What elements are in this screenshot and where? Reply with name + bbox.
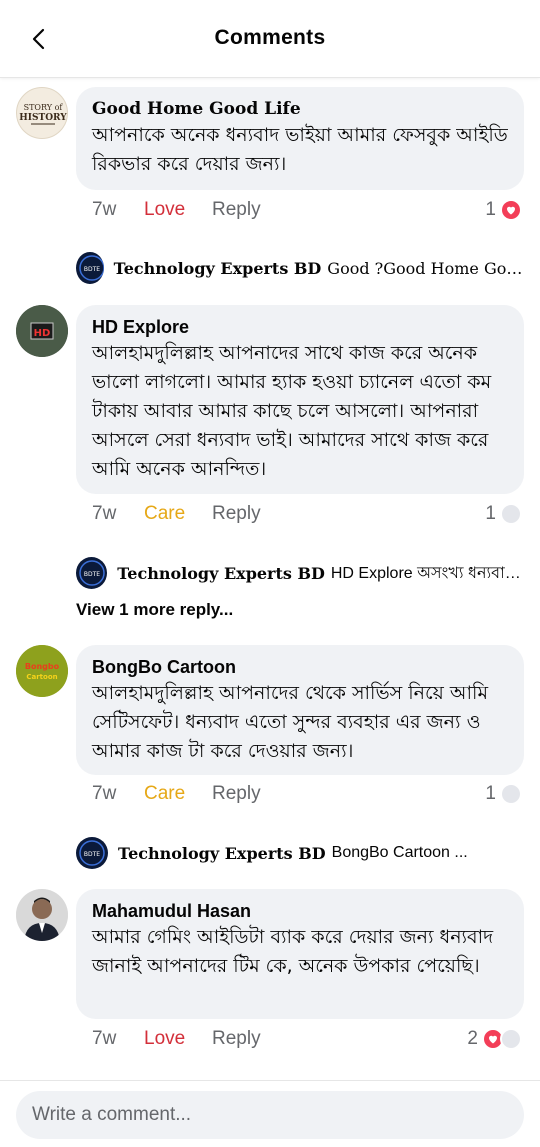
reply-author: Technology Experts BD — [118, 843, 326, 863]
comment-actions: 7w Care Reply — [92, 782, 261, 806]
timestamp: 7w — [92, 783, 117, 804]
svg-text:Bongbo: Bongbo — [25, 662, 60, 671]
tech-experts-logo-icon: BDTE — [79, 560, 105, 586]
care-reaction-button[interactable]: Care — [144, 783, 212, 805]
love-reaction-button[interactable]: Love — [144, 199, 212, 221]
svg-text:Cartoon: Cartoon — [26, 673, 57, 681]
reply-preview[interactable]: BDTE Technology Experts BD BongBo Cartoo… — [76, 836, 526, 870]
comment-author[interactable]: HD Explore — [92, 315, 508, 339]
svg-text:HISTORY: HISTORY — [19, 113, 67, 123]
reply-author: Technology Experts BD — [117, 563, 325, 583]
love-reaction-button[interactable]: Love — [144, 1028, 212, 1050]
reply-preview[interactable]: BDTE Technology Experts BD Good ?Good Ho… — [76, 251, 526, 285]
comment-bubble: HD Explore আলহামদুলিল্লাহ আপনাদের সাথে ক… — [76, 305, 524, 494]
comment-actions: 7w Love Reply — [92, 1027, 261, 1051]
reply-preview[interactable]: BDTE Technology Experts BD HD Explore অস… — [76, 556, 526, 590]
svg-text:BDTE: BDTE — [84, 266, 100, 273]
reaction-icon — [500, 1028, 522, 1050]
comment-bubble: Mahamudul Hasan আমার গেমিং আইডিটা ব্যাক … — [76, 889, 524, 1019]
reaction-icon — [500, 783, 522, 805]
comment-bubble: BongBo Cartoon আলহামদুলিল্লাহ আপনাদের থে… — [76, 645, 524, 775]
reaction-count[interactable]: 1 — [485, 782, 522, 806]
reply-text: BongBo Cartoon ... — [331, 844, 468, 861]
tech-experts-logo-icon: BDTE — [79, 840, 105, 866]
svg-text:STORY of: STORY of — [24, 103, 64, 112]
reply-button[interactable]: Reply — [212, 1028, 261, 1050]
comment-text: আমার গেমিং আইডিটা ব্যাক করে দেয়ার জন্য … — [92, 926, 494, 977]
timestamp: 7w — [92, 199, 117, 220]
avatar[interactable]: HD — [16, 305, 68, 357]
reaction-count-number: 2 — [467, 1028, 478, 1049]
avatar[interactable]: Bongbo Cartoon — [16, 645, 68, 697]
reply-button[interactable]: Reply — [212, 199, 261, 221]
story-history-logo-icon: STORY of HISTORY — [19, 103, 67, 125]
person-photo-icon — [16, 889, 68, 941]
comment-bubble: Good Home Good Life আপনাকে অনেক ধন্যবাদ … — [76, 87, 524, 190]
svg-text:HD: HD — [34, 328, 51, 339]
header-bar: Comments — [0, 0, 540, 78]
hd-explore-logo-icon: HD — [16, 305, 68, 357]
avatar[interactable] — [16, 889, 68, 941]
comment-actions: 7w Care Reply — [92, 502, 261, 526]
avatar: BDTE — [76, 557, 108, 589]
view-more-replies-link[interactable]: View 1 more reply... — [76, 600, 233, 620]
comment-text: আলহামদুলিল্লাহ আপনাদের থেকে সার্ভিস নিয়… — [92, 682, 489, 762]
avatar: BDTE — [76, 252, 104, 284]
timestamp: 7w — [92, 1028, 117, 1049]
avatar[interactable]: STORY of HISTORY — [16, 87, 68, 139]
reaction-icon — [500, 503, 522, 525]
reply-button[interactable]: Reply — [212, 783, 261, 805]
reaction-count[interactable]: 1 — [485, 502, 522, 526]
reaction-count-number: 1 — [485, 783, 496, 804]
care-reaction-button[interactable]: Care — [144, 503, 212, 525]
page-title: Comments — [214, 26, 326, 49]
reply-text: HD Explore অসংখ্য ধন্যবাদ ... — [330, 564, 526, 582]
avatar: BDTE — [76, 837, 108, 869]
comment-text: আলহামদুলিল্লাহ আপনাদের সাথে কাজ করে অনেক… — [92, 342, 492, 480]
reply-text: Good ?Good Home Good L... — [327, 258, 526, 278]
reaction-count-number: 1 — [485, 199, 496, 220]
svg-text:BDTE: BDTE — [84, 851, 100, 858]
comment-author[interactable]: BongBo Cartoon — [92, 655, 508, 679]
reply-button[interactable]: Reply — [212, 503, 261, 525]
comment-actions: 7w Love Reply — [92, 198, 261, 222]
comment-text: আপনাকে অনেক ধন্যবাদ ভাইয়া আমার ফেসবুক আ… — [92, 124, 508, 175]
tech-experts-logo-icon: BDTE — [79, 255, 104, 281]
comment-composer — [0, 1080, 540, 1147]
heart-icon — [500, 199, 522, 221]
reaction-count-number: 1 — [485, 503, 496, 524]
reply-author: Technology Experts BD — [113, 258, 322, 278]
svg-text:BDTE: BDTE — [84, 571, 100, 578]
comment-input[interactable] — [16, 1091, 524, 1139]
comment-author[interactable]: Good Home Good Life — [92, 97, 508, 121]
reaction-count[interactable]: 2 — [467, 1027, 522, 1051]
timestamp: 7w — [92, 503, 117, 524]
comment-author[interactable]: Mahamudul Hasan — [92, 899, 508, 923]
reaction-count[interactable]: 1 — [485, 198, 522, 222]
bongbo-cartoon-logo-icon: Bongbo Cartoon — [16, 645, 68, 697]
